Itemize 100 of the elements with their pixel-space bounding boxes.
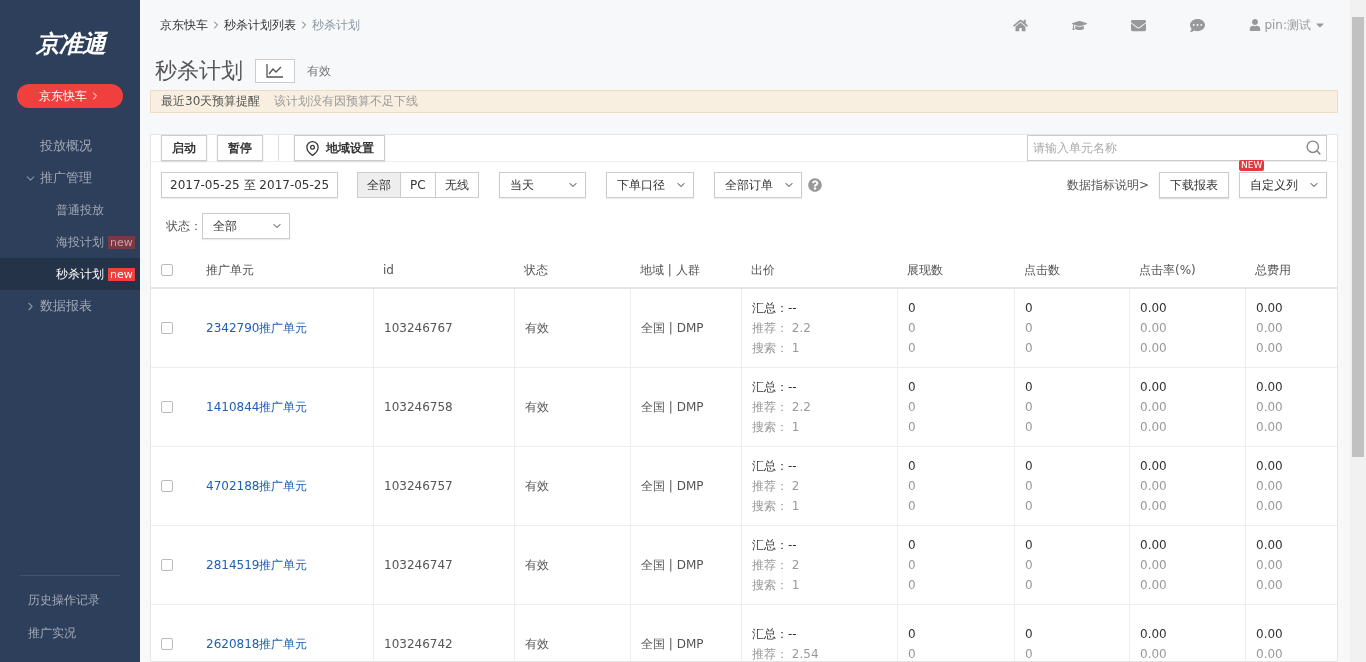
download-button[interactable]: 下载报表: [1159, 172, 1229, 198]
sidebar-item[interactable]: 数据报表: [0, 290, 140, 322]
sidebar-link[interactable]: 推广实况: [28, 625, 120, 642]
new-badge: NEW: [1239, 160, 1265, 171]
table-value: 0: [1025, 399, 1034, 415]
table-value: 搜索： 1: [752, 419, 801, 435]
table-value: 汇总：--: [752, 379, 798, 395]
sidebar-link[interactable]: 历史操作记录: [28, 592, 120, 609]
unit-link[interactable]: 4702188推广单元: [206, 477, 308, 495]
unit-link[interactable]: 2814519推广单元: [206, 556, 308, 574]
table-value: 搜索： 1: [752, 340, 801, 356]
sidebar-item[interactable]: 推广管理: [0, 162, 140, 194]
checkbox[interactable]: [161, 322, 173, 334]
checkbox[interactable]: [161, 264, 173, 276]
scrollbar[interactable]: [1350, 0, 1366, 662]
sidebar-item[interactable]: 秒杀计划 new: [0, 258, 140, 290]
search-field[interactable]: 请输入单元名称: [1027, 135, 1327, 161]
table-value: 推荐： 2.2: [752, 320, 812, 336]
table-value: 0: [908, 458, 917, 474]
unit-link[interactable]: 2620818推广单元: [206, 635, 308, 653]
metrics-link[interactable]: 数据指标说明>: [1066, 176, 1149, 194]
table-value: 0: [1025, 498, 1034, 514]
table-value: 0.00: [1140, 379, 1168, 395]
table-value: 0.00: [1140, 537, 1168, 553]
table-value: 0: [908, 557, 917, 573]
sidebar-item[interactable]: 海投计划 new: [0, 226, 140, 258]
table-value: 0.00: [1140, 498, 1168, 514]
table-value: 0.00: [1140, 577, 1168, 593]
table-cell: 103246747: [373, 526, 514, 605]
table-value: 0.00: [1256, 458, 1284, 474]
dropdown[interactable]: 当天: [498, 172, 586, 198]
table-value: 0.00: [1140, 419, 1168, 435]
table-value: 0.00: [1256, 537, 1284, 553]
sidebar-item[interactable]: 普通投放: [0, 194, 140, 226]
table-value: 0: [908, 537, 917, 553]
home-icon[interactable]: [1013, 17, 1029, 33]
checkbox[interactable]: [161, 638, 173, 650]
dropdown[interactable]: 下单口径: [605, 172, 694, 198]
table-value: 0: [908, 498, 917, 514]
unit-link[interactable]: 1410844推广单元: [206, 398, 308, 416]
table-value: 0.00: [1256, 478, 1284, 494]
table-value: 0.00: [1140, 646, 1168, 661]
table-cell: 有效: [514, 289, 630, 368]
table-value: 0.00: [1256, 379, 1284, 395]
sidebar-item-label: 推广管理: [40, 169, 92, 187]
column-header: id: [373, 253, 514, 289]
device-tab[interactable]: 无线: [434, 172, 479, 198]
dropdown[interactable]: 全部订单: [713, 172, 802, 198]
table-value: 0: [1025, 626, 1034, 642]
breadcrumb-link[interactable]: 秒杀计划列表: [224, 16, 296, 34]
table-cell: 有效: [514, 368, 630, 447]
search-icon[interactable]: [1305, 139, 1322, 156]
table-value: 0: [1025, 478, 1034, 494]
device-tab[interactable]: 全部: [357, 172, 402, 198]
table-value: 0: [908, 340, 917, 356]
help-icon[interactable]: [807, 178, 822, 192]
chat-icon[interactable]: [1190, 17, 1206, 33]
breadcrumb-link[interactable]: 京东快车: [160, 16, 208, 34]
table-value: 0.00: [1140, 340, 1168, 356]
table-value: 0.00: [1256, 646, 1284, 661]
column-header: 推广单元: [196, 253, 373, 289]
line-chart-icon: [266, 64, 284, 78]
sidebar-item[interactable]: 投放概况: [0, 130, 140, 162]
table-cell: 有效: [514, 526, 630, 605]
table-value: 0.00: [1140, 557, 1168, 573]
cta-button[interactable]: 京东快车: [17, 84, 123, 108]
table-value: 搜索： 1: [752, 498, 801, 514]
table-value: 0: [908, 320, 917, 336]
table-value: 0.00: [1256, 626, 1284, 642]
table-cell: 103246742: [373, 605, 514, 661]
table-value: 0.00: [1140, 626, 1168, 642]
checkbox[interactable]: [161, 401, 173, 413]
action-button[interactable]: 启动: [161, 135, 207, 161]
chart-button[interactable]: [255, 59, 295, 83]
date-range-field[interactable]: 2017-05-25 至 2017-05-25: [161, 172, 339, 198]
checkbox[interactable]: [161, 480, 173, 492]
status-dropdown[interactable]: 全部: [202, 213, 290, 239]
table-cell: 全国 | DMP: [630, 526, 741, 605]
checkbox[interactable]: [161, 559, 173, 571]
unit-link[interactable]: 2342790推广单元: [206, 319, 308, 337]
sidebar-item-label: 数据报表: [40, 297, 92, 315]
new-badge: new: [108, 267, 135, 281]
action-button[interactable]: 暂停: [217, 135, 263, 161]
table-value: 推荐： 2: [752, 478, 801, 494]
table-cell: 全国 | DMP: [630, 605, 741, 661]
notice-title: 最近30天预算提醒: [161, 93, 261, 110]
mail-icon[interactable]: [1131, 17, 1147, 33]
status-label: 状态：: [166, 217, 202, 235]
table-value: 搜索： 1: [752, 577, 801, 593]
table-value: 推荐： 2.54: [752, 646, 820, 661]
table-value: 汇总：--: [752, 458, 798, 474]
new-badge: new: [108, 235, 135, 249]
region-button[interactable]: 地域设置: [294, 135, 385, 161]
column-header: 地域 | 人群: [630, 253, 741, 289]
table-value: 0: [1025, 320, 1034, 336]
table-value: 0: [908, 399, 917, 415]
table-value: 0.00: [1140, 458, 1168, 474]
table-cell: 有效: [514, 447, 630, 526]
device-tab[interactable]: PC: [400, 172, 436, 198]
table-value: 0.00: [1256, 557, 1284, 573]
